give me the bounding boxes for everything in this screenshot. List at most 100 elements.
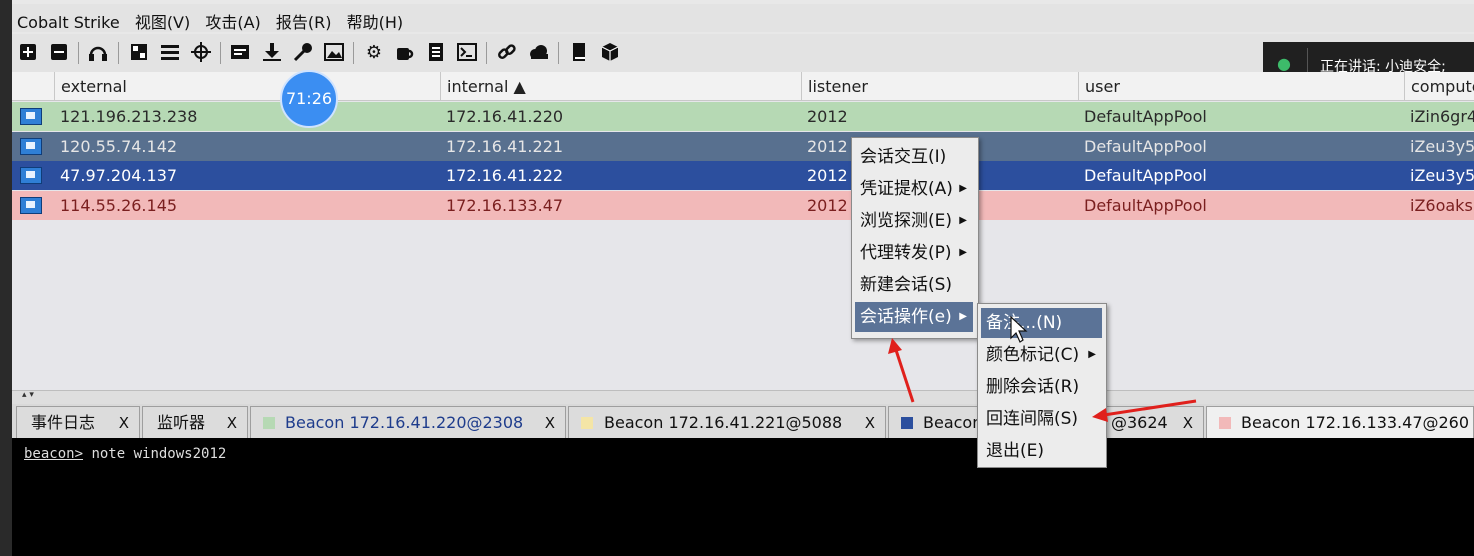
menu-item-interact[interactable]: 会话交互(I) (855, 142, 973, 172)
microphone-icon: ● (1277, 54, 1291, 73)
crosshair-icon[interactable] (190, 41, 212, 63)
grid-icon[interactable] (128, 41, 150, 63)
menu-app[interactable]: Cobalt Strike (12, 8, 125, 32)
tab-color-swatch (1219, 417, 1231, 429)
menu-item-label: 备注...(N) (986, 313, 1063, 333)
table-row[interactable]: 114.55.26.145 172.16.133.47 2012 DefaultApp… (12, 190, 1474, 220)
column-internal[interactable]: internal ▲ (440, 72, 801, 100)
console-command: note windows2012 (83, 446, 227, 462)
menu-item-pivoting[interactable]: 代理转发(P) ▶ (855, 238, 973, 268)
book-icon[interactable] (568, 41, 590, 63)
tab-close-button[interactable]: X (545, 407, 555, 438)
tab-label: Beacon 172.16.41.221@5088 (604, 413, 843, 432)
table-row[interactable]: 47.97.204.137 172.16.41.222 2012 DefaultApp… (12, 161, 1474, 190)
table-row[interactable]: 121.196.213.238 172.16.41.220 2012 DefaultA… (12, 102, 1474, 131)
cube-icon[interactable] (599, 41, 621, 63)
tab-close-button[interactable]: X (1183, 407, 1193, 438)
console-prompt: beacon> (24, 446, 84, 462)
gear-icon[interactable]: ⚙ (363, 41, 385, 63)
column-icon[interactable] (12, 72, 54, 100)
session-table: external internal ▲ listener user comput… (12, 72, 1474, 390)
menu-item-color[interactable]: 颜色标记(C) ▶ (981, 340, 1102, 370)
cell-external: 114.55.26.145 (60, 195, 178, 215)
menu-item-explore[interactable]: 浏览探测(E) ▶ (855, 206, 973, 236)
menu-help[interactable]: 帮助(H) (342, 4, 409, 33)
menu-item-label: 删除会话(R) (986, 377, 1080, 397)
tab-label: Beacon 172.16.41.220@2308 (285, 413, 524, 432)
document-icon[interactable] (425, 41, 447, 63)
picture-icon[interactable] (323, 41, 345, 63)
column-computer[interactable]: compute (1404, 72, 1474, 100)
tab-bar: 事件日志 X 监听器 X Beacon 172.16.41.220@2308 X… (12, 404, 1474, 439)
link-icon[interactable] (496, 41, 518, 63)
terminal-icon[interactable] (456, 41, 478, 63)
menu-item-label: 会话操作(e) (860, 307, 952, 327)
tab-label: 事件日志 (31, 413, 96, 432)
tab-beacon-133-47[interactable]: Beacon 172.16.133.47@260 (1206, 406, 1474, 438)
session-monitor-icon (20, 196, 42, 214)
list-icon[interactable] (159, 41, 181, 63)
column-external[interactable]: external (54, 72, 440, 100)
download-icon[interactable] (261, 41, 283, 63)
cell-user: DefaultAppPool (1084, 166, 1207, 185)
tab-close-button[interactable]: X (865, 407, 875, 438)
tab-color-swatch (581, 417, 593, 429)
tab-label: Beacon 172.16.133.47@260 (1241, 413, 1470, 432)
pane-splitter[interactable]: ▴ ▾ (12, 390, 1474, 405)
tab-color-swatch (263, 417, 275, 429)
submenu-arrow-icon: ▶ (959, 215, 967, 226)
cell-computer: iZeu3y5 (1410, 166, 1474, 185)
session-monitor-icon (20, 108, 42, 125)
menu-item-label: 代理转发(P) (860, 243, 952, 263)
column-user[interactable]: user (1078, 72, 1404, 100)
tab-label-suffix: @3624 (1111, 413, 1168, 432)
menu-item-exit[interactable]: 退出(E) (981, 436, 1102, 466)
menu-item-access[interactable]: 凭证提权(A) ▶ (855, 174, 973, 204)
tab-beacon-220[interactable]: Beacon 172.16.41.220@2308 X (250, 406, 566, 438)
column-listener[interactable]: listener (801, 72, 1078, 100)
cell-user: DefaultAppPool (1084, 195, 1207, 215)
menu-item-label: 退出(E) (986, 441, 1045, 461)
table-row[interactable]: 120.55.74.142 172.16.41.221 2012 DefaultApp… (12, 131, 1474, 161)
coffee-icon[interactable] (394, 41, 416, 63)
session-monitor-icon (20, 137, 42, 155)
menu-item-session[interactable]: 会话操作(e) ▶ (855, 302, 973, 332)
key-icon[interactable] (292, 41, 314, 63)
table-header: external internal ▲ listener user comput… (12, 72, 1474, 101)
session-submenu: 备注...(N) 颜色标记(C) ▶ 删除会话(R) 回连间隔(S) 退出(E) (977, 303, 1107, 468)
tab-close-button[interactable]: X (227, 407, 237, 438)
cell-computer: iZin6gr4 (1410, 107, 1474, 126)
menu-item-note[interactable]: 备注...(N) (981, 308, 1102, 338)
toolbar: ⚙ (12, 34, 1474, 73)
menu-item-label: 颜色标记(C) (986, 345, 1080, 365)
menu-view[interactable]: 视图(V) (130, 4, 195, 33)
cell-external: 121.196.213.238 (60, 107, 198, 126)
submenu-arrow-icon: ▶ (959, 183, 967, 194)
cell-internal: 172.16.41.222 (446, 166, 564, 185)
tab-listeners[interactable]: 监听器 X (142, 406, 248, 438)
cell-external: 120.55.74.142 (60, 136, 178, 156)
menu-attack[interactable]: 攻击(A) (200, 4, 265, 33)
menu-item-label: 浏览探测(E) (860, 211, 953, 231)
minus-box-icon[interactable] (48, 41, 70, 63)
menu-reports[interactable]: 报告(R) (271, 4, 337, 33)
menu-item-sleep[interactable]: 回连间隔(S) (981, 404, 1102, 434)
submenu-arrow-icon: ▶ (959, 311, 967, 322)
menu-item-remove[interactable]: 删除会话(R) (981, 372, 1102, 402)
headphones-icon[interactable] (87, 41, 109, 63)
menu-item-spawn[interactable]: 新建会话(S) (855, 270, 973, 300)
timer-badge: 71:26 (280, 70, 338, 128)
image-icon[interactable] (229, 41, 251, 63)
menu-item-label: 凭证提权(A) (860, 179, 953, 199)
beacon-console[interactable]: beacon> note windows2012 (12, 438, 1474, 556)
menu-item-label: 新建会话(S) (860, 275, 953, 295)
tab-beacon-221[interactable]: Beacon 172.16.41.221@5088 X (568, 406, 886, 438)
plus-box-icon[interactable] (17, 41, 39, 63)
submenu-arrow-icon: ▶ (959, 247, 967, 258)
tab-close-button[interactable]: X (119, 407, 129, 438)
window-edge (0, 0, 12, 556)
cloud-icon[interactable] (527, 41, 549, 63)
cobalt-strike-window: Cobalt Strike 视图(V) 攻击(A) 报告(R) 帮助(H) ⚙ … (0, 0, 1474, 556)
tab-event-log[interactable]: 事件日志 X (16, 406, 140, 438)
context-menu: 会话交互(I) 凭证提权(A) ▶ 浏览探测(E) ▶ 代理转发(P) ▶ 新建会话(… (851, 137, 979, 339)
